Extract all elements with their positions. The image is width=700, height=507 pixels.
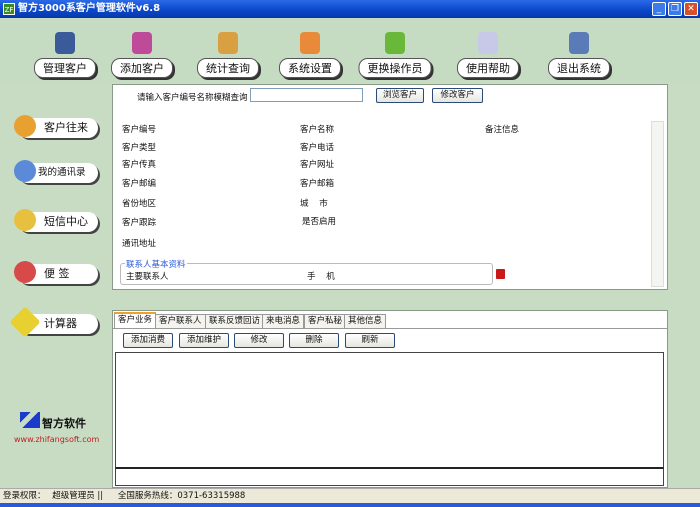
tab-customer-private[interactable]: 客户私秘 bbox=[304, 314, 347, 328]
business-panel: 客户业务 客户联系人 联系反馈回访 来电消息 客户私秘 其他信息 添加消费 添加… bbox=[112, 310, 668, 488]
edit-customer-button[interactable]: 修改客户 bbox=[432, 88, 483, 103]
toolbar-exit[interactable]: 退出系统 bbox=[534, 18, 624, 80]
title-bar: 智方3000系客户管理软件v6.8 bbox=[0, 0, 700, 18]
field-label: 客户网址 bbox=[300, 160, 335, 170]
phone-icon bbox=[14, 160, 36, 182]
field-label: 是否启用 bbox=[302, 217, 337, 227]
sidebar-notes[interactable]: 便 签 bbox=[14, 261, 98, 284]
label: 退出系统 bbox=[548, 58, 610, 78]
status-bar: 登录权限： 超级管理员 || 全国服务热线：0371-63315988 bbox=[0, 488, 700, 503]
label: 计算器 bbox=[44, 317, 77, 330]
sidebar-customer-dealings[interactable]: 客户往来 bbox=[14, 115, 98, 138]
users-icon bbox=[132, 32, 152, 54]
contact-legend: 联系人基本资料 bbox=[125, 258, 187, 270]
restore-button[interactable]: ❐ bbox=[668, 2, 682, 16]
minimize-button[interactable]: _ bbox=[652, 2, 666, 16]
toolbar-help[interactable]: 使用帮助 bbox=[443, 18, 533, 80]
sidebar-address-book[interactable]: 我的通讯录 bbox=[14, 160, 98, 183]
label: 客户往来 bbox=[44, 121, 88, 134]
label: 使用帮助 bbox=[457, 58, 519, 78]
notes-icon bbox=[14, 261, 36, 283]
search-input[interactable] bbox=[250, 88, 363, 102]
sidebar-sms-center[interactable]: 短信中心 bbox=[14, 209, 98, 232]
sidebar-calculator[interactable]: 计算器 bbox=[9, 306, 98, 338]
field-label: 客户跟踪 bbox=[122, 218, 157, 228]
field-label: 客户名称 bbox=[300, 125, 335, 135]
report-icon bbox=[218, 32, 238, 54]
label: 我的通讯录 bbox=[38, 167, 86, 178]
mobile-label: 手 机 bbox=[307, 272, 335, 282]
exit-icon bbox=[569, 32, 589, 54]
app-icon: ZF bbox=[3, 3, 15, 15]
grid-footer bbox=[115, 469, 664, 486]
contact-card-icon[interactable] bbox=[496, 269, 505, 279]
label: 统计查询 bbox=[197, 58, 259, 78]
tab-incoming-calls[interactable]: 来电消息 bbox=[262, 314, 305, 328]
label: 便 签 bbox=[44, 267, 70, 280]
field-label: 客户传真 bbox=[122, 160, 157, 170]
toolbar: 管理客户 添加客户 统计查询 系统设置 更换操作员 使用帮助 退出系统 bbox=[0, 18, 700, 82]
remark-label: 备注信息 bbox=[485, 125, 520, 135]
field-label: 客户类型 bbox=[122, 143, 157, 153]
field-label: 客户邮箱 bbox=[300, 179, 335, 189]
primary-contact-label: 主要联系人 bbox=[126, 272, 169, 282]
tab-customer-business[interactable]: 客户业务 bbox=[114, 312, 157, 328]
refresh-button[interactable]: 刷新 bbox=[345, 333, 395, 348]
field-label: 通讯地址 bbox=[122, 239, 157, 249]
browse-customers-button[interactable]: 浏览客户 bbox=[376, 88, 424, 103]
field-label: 城 市 bbox=[300, 199, 328, 209]
tab-feedback-visits[interactable]: 联系反馈回访 bbox=[205, 314, 265, 328]
modify-button[interactable]: 修改 bbox=[234, 333, 284, 348]
label: 短信中心 bbox=[44, 215, 88, 228]
hotline: 全国服务热线：0371-63315988 bbox=[117, 491, 246, 501]
operators-icon bbox=[385, 32, 405, 54]
tab-other-info[interactable]: 其他信息 bbox=[344, 314, 387, 328]
taskbar-strip bbox=[0, 503, 700, 507]
toolbar-add-customer[interactable]: 添加客户 bbox=[97, 18, 187, 80]
tab-customer-contacts[interactable]: 客户联系人 bbox=[155, 314, 206, 328]
label: 添加客户 bbox=[111, 58, 173, 78]
tools-icon bbox=[300, 32, 320, 54]
window-title: 智方3000系客户管理软件v6.8 bbox=[18, 3, 161, 14]
add-maintenance-button[interactable]: 添加维护 bbox=[179, 333, 229, 348]
field-label: 客户编号 bbox=[122, 125, 157, 135]
toolbar-settings[interactable]: 系统设置 bbox=[265, 18, 355, 80]
close-button[interactable]: ✕ bbox=[684, 2, 698, 16]
search-label: 请输入客户编号名称模糊查询 bbox=[137, 93, 248, 103]
logo-name: 智方软件 bbox=[42, 417, 86, 430]
login-label: 登录权限： bbox=[3, 491, 46, 501]
label: 系统设置 bbox=[279, 58, 341, 78]
records-grid[interactable] bbox=[115, 352, 664, 469]
logo-mark-icon bbox=[20, 412, 40, 428]
logo-url: www.zhifangsoft.com bbox=[14, 435, 100, 444]
toolbar-switch-operator[interactable]: 更换操作员 bbox=[350, 18, 440, 80]
delete-button[interactable]: 删除 bbox=[289, 333, 339, 348]
toolbar-statistics[interactable]: 统计查询 bbox=[183, 18, 273, 80]
contact-group: 联系人基本资料 主要联系人 手 机 bbox=[120, 258, 505, 285]
sms-icon bbox=[14, 209, 36, 231]
add-consumption-button[interactable]: 添加消费 bbox=[123, 333, 173, 348]
field-label: 省份地区 bbox=[122, 199, 157, 209]
help-icon bbox=[478, 32, 498, 54]
user-role: 超级管理员 || bbox=[52, 491, 104, 501]
field-label: 客户邮编 bbox=[122, 179, 157, 189]
tab-divider bbox=[113, 328, 667, 329]
calculator-icon bbox=[9, 306, 41, 338]
customer-detail-panel: 请输入客户编号名称模糊查询 浏览客户 修改客户 客户编号 客户类型 客户传真 客… bbox=[112, 84, 668, 290]
label: 管理客户 bbox=[34, 58, 96, 78]
scrollbar[interactable] bbox=[651, 121, 664, 287]
field-label: 客户电话 bbox=[300, 143, 335, 153]
user-icon bbox=[55, 32, 75, 54]
label: 更换操作员 bbox=[358, 58, 432, 78]
dealings-icon bbox=[14, 115, 36, 137]
